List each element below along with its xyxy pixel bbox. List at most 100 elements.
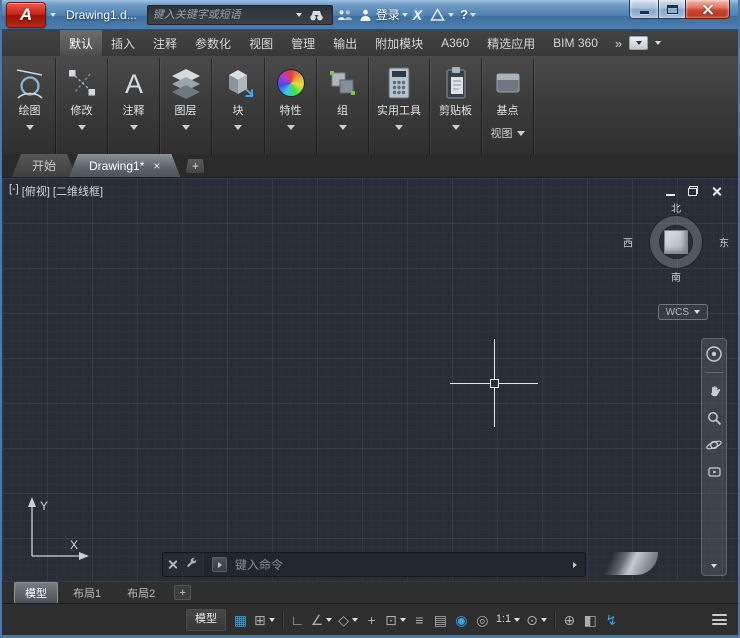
layout-tab-模型[interactable]: 模型 (14, 582, 58, 604)
status-annotation-monitor[interactable]: ⊕ (559, 609, 580, 631)
ribbon-panel-group[interactable]: 组 (317, 58, 369, 154)
status-ortho-mode[interactable]: ∟ (287, 609, 308, 631)
status-annotation-scale[interactable]: 1:1 (493, 609, 523, 631)
ribbon-panel-properties[interactable]: 特性 (265, 58, 317, 154)
status-object-snap[interactable]: ⊡ (382, 609, 409, 631)
command-close-icon[interactable] (168, 560, 177, 569)
file-tab-close-icon[interactable]: × (153, 160, 160, 172)
recent-commands-button[interactable] (212, 557, 227, 572)
navbar-more-caret[interactable] (711, 557, 717, 571)
viewcube-north-label[interactable]: 北 (671, 200, 681, 215)
ribbon-tab-精选应用[interactable]: 精选应用 (478, 30, 544, 56)
status-selection-cycling[interactable]: ▤ (430, 609, 451, 631)
status-grid-display[interactable]: ▦ (230, 609, 251, 631)
search-binoculars-icon[interactable] (309, 4, 324, 26)
status-snap-mode[interactable]: ⊞ (251, 609, 278, 631)
share-people-icon[interactable] (336, 4, 353, 26)
full-navigation-wheel-icon[interactable] (705, 345, 723, 363)
ribbon-minimize-caret[interactable] (655, 41, 661, 45)
ribbon-minimize-button[interactable] (629, 36, 648, 50)
quick-access-toolbar-caret[interactable] (50, 13, 56, 17)
search-input[interactable] (153, 9, 292, 21)
ribbon-panel-utilities[interactable]: 实用工具 (369, 58, 430, 154)
minimize-button[interactable] (629, 0, 658, 19)
viewcube-east-label[interactable]: 东 (719, 235, 729, 250)
exchange-apps-icon[interactable]: X (413, 7, 422, 23)
a360-notification-icon[interactable] (430, 4, 445, 26)
ribbon-panel-modify[interactable]: 修改 (56, 58, 108, 154)
ribbon-tab-插入[interactable]: 插入 (102, 30, 144, 56)
viewport-control-menu[interactable]: [-] (9, 183, 19, 199)
panel-flyout-caret[interactable] (26, 125, 34, 130)
viewport-visual-style-menu[interactable]: [二维线框] (53, 183, 103, 199)
panel-flyout-caret[interactable] (339, 125, 347, 130)
ribbon-panel-layers[interactable]: 图层 (160, 58, 212, 154)
signin-caret[interactable] (402, 13, 408, 17)
ribbon-tab-A360[interactable]: A360 (432, 30, 478, 56)
ribbon-panel-block[interactable]: 块 (212, 58, 265, 154)
ribbon-tab-输出[interactable]: 输出 (324, 30, 366, 56)
file-tab-Drawing1*[interactable]: Drawing1*× (69, 154, 180, 177)
ucs-icon[interactable]: Y X (12, 494, 96, 573)
ribbon-tab-视图[interactable]: 视图 (240, 30, 282, 56)
command-line-grip[interactable] (162, 552, 204, 577)
ribbon-tab-附加模块[interactable]: 附加模块 (366, 30, 432, 56)
signin-person-icon[interactable] (359, 4, 372, 26)
help-caret[interactable] (470, 13, 476, 17)
ribbon-tab-参数化[interactable]: 参数化 (186, 30, 240, 56)
zoom-icon[interactable] (705, 409, 723, 427)
ribbon-panel-clipboard[interactable]: 剪贴板 (430, 58, 482, 154)
application-menu-button[interactable]: A (6, 2, 46, 28)
signin-label[interactable]: 登录 (376, 6, 400, 23)
ribbon-panel-annotate[interactable]: A 注释 (108, 58, 160, 154)
ribbon-tab-注释[interactable]: 注释 (144, 30, 186, 56)
ribbon-panel-draw[interactable]: 绘图 (4, 58, 56, 154)
status-workspace-switching[interactable]: ⊙ (523, 609, 550, 631)
panel-flyout-caret[interactable] (287, 125, 295, 130)
viewcube-west-label[interactable]: 西 (623, 235, 633, 250)
a360-caret[interactable] (448, 13, 454, 17)
status-annotation-visibility[interactable]: ◉ (451, 609, 472, 631)
ribbon-tab-默认[interactable]: 默认 (60, 30, 102, 56)
viewcube-south-label[interactable]: 南 (671, 269, 681, 284)
status-lineweight[interactable]: ≡ (409, 609, 430, 631)
viewcube[interactable]: 北 南 西 东 (636, 202, 716, 282)
help-icon[interactable]: ? (460, 7, 468, 22)
document-restore-icon[interactable] (688, 186, 698, 196)
viewport-view-menu[interactable]: [俯视] (22, 183, 50, 199)
maximize-button[interactable] (658, 0, 685, 19)
status-model-space-toggle[interactable]: 模型 (186, 609, 226, 631)
panel-flyout-caret[interactable] (130, 125, 138, 130)
panel-flyout-caret[interactable] (78, 125, 86, 130)
layout-tab-布局1[interactable]: 布局1 (62, 582, 112, 604)
new-layout-button[interactable]: + (174, 585, 191, 600)
ribbon-tab-管理[interactable]: 管理 (282, 30, 324, 56)
orbit-icon[interactable] (705, 436, 723, 454)
status-polar-tracking[interactable]: ∠ (308, 609, 336, 631)
showmotion-icon[interactable] (705, 463, 723, 481)
view-panel-title[interactable]: 视图 (491, 125, 525, 141)
document-close-icon[interactable] (711, 186, 722, 197)
panel-flyout-caret[interactable] (234, 125, 242, 130)
panel-flyout-caret[interactable] (452, 125, 460, 130)
pan-hand-icon[interactable] (705, 382, 723, 400)
panel-flyout-caret[interactable] (395, 125, 403, 130)
ribbon-overflow-button[interactable]: » (615, 36, 622, 51)
command-expand-caret[interactable] (573, 562, 577, 568)
command-customize-wrench-icon[interactable] (185, 557, 198, 573)
drawing-canvas[interactable]: [-] [俯视] [二维线框] 北 南 西 东 WCS (2, 178, 738, 581)
status-customization[interactable] (709, 609, 730, 631)
document-minimize-icon[interactable] (666, 194, 675, 196)
close-button[interactable] (685, 0, 730, 19)
status-object-snap-tracking[interactable]: + (361, 609, 382, 631)
status-graphics-performance[interactable]: ↯ (601, 609, 622, 631)
status-isolate-objects[interactable]: ◧ (580, 609, 601, 631)
file-tab-开始[interactable]: 开始 (12, 154, 76, 177)
ribbon-panel-view[interactable]: 基点 视图 (482, 58, 534, 154)
command-input[interactable] (235, 558, 565, 572)
status-autoscale[interactable]: ◎ (472, 609, 493, 631)
new-drawing-tab-button[interactable]: + (185, 158, 205, 174)
search-scope-caret[interactable] (296, 13, 302, 17)
status-isometric-drafting[interactable]: ◇ (335, 609, 361, 631)
layout-tab-布局2[interactable]: 布局2 (116, 582, 166, 604)
